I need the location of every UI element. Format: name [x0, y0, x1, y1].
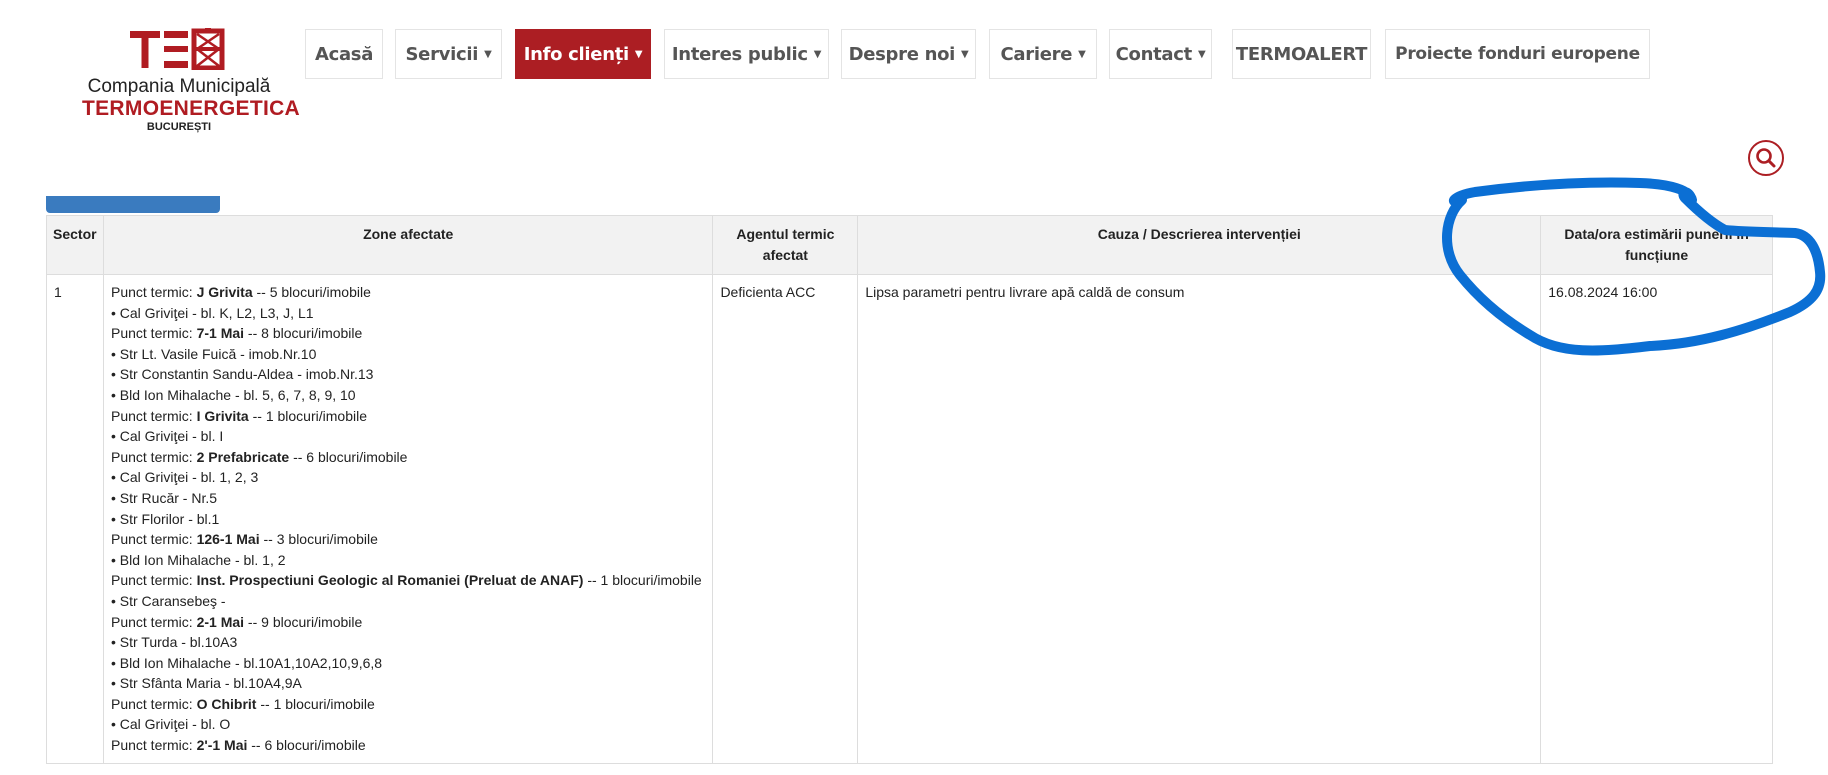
zone-heat-point: Punct termic: J Grivita -- 5 blocuri/imo… [110, 284, 371, 300]
zone-address: • Bld Ion Mihalache - bl. 5, 6, 7, 8, 9,… [110, 386, 356, 403]
nav-label: Interes public [671, 43, 808, 65]
nav-label: Proiecte fonduri europene [1395, 44, 1640, 64]
nav-item-despre-noi[interactable]: Despre noi ▼ [841, 29, 976, 79]
nav-item-servicii[interactable]: Servicii ▼ [395, 29, 502, 79]
teb-logo-mark-icon [130, 28, 225, 70]
zone-address: • Cal Griviţei - bl. O [110, 716, 231, 733]
zone-address: • Str Sfânta Maria - bl.10A4,9A [110, 675, 302, 692]
logo-line-1: Compania Municipală [87, 76, 271, 97]
nav-item-info-clienti[interactable]: Info clienți ▼ [515, 29, 651, 79]
col-header-sector: Sector [46, 215, 104, 275]
logo-line-2: TERMOENERGETICA [82, 97, 301, 120]
zone-address: • Str Florilor - bl.1 [110, 510, 220, 527]
cell-sector: 1 [46, 274, 104, 764]
caret-down-icon: ▼ [484, 48, 492, 60]
zone-heat-point: Punct termic: I Grivita -- 1 blocuri/imo… [110, 407, 367, 424]
zone-address: • Bld Ion Mihalache - bl.10A1,10A2,10,9,… [110, 654, 383, 671]
col-header-agent: Agentul termic afectat [712, 215, 859, 275]
nav-label: Contact [1115, 43, 1193, 65]
zone-heat-point: Punct termic: 126-1 Mai -- 3 blocuri/imo… [110, 531, 378, 548]
nav-label: Servicii [405, 43, 479, 65]
nav-label: Info clienți [523, 43, 629, 65]
cell-date: 16.08.2024 16:00 [1540, 274, 1773, 764]
zone-heat-point: Punct termic: Inst. Prospectiuni Geologi… [110, 572, 702, 589]
caret-down-icon: ▼ [634, 48, 643, 60]
nav-item-cariere[interactable]: Cariere ▼ [989, 29, 1097, 79]
outage-table: Sector Zone afectate Agentul termic afec… [46, 215, 1773, 764]
zone-heat-point: Punct termic: 2'-1 Mai -- 6 blocuri/imob… [110, 737, 366, 754]
nav-item-proiecte-fonduri-europene[interactable]: Proiecte fonduri europene [1385, 29, 1650, 79]
nav-label: Despre noi [848, 43, 956, 65]
cell-cause: Lipsa parametri pentru livrare apă caldă… [857, 274, 1542, 764]
zone-address: • Str Caransebeş - [110, 592, 226, 609]
col-header-cause: Cauza / Descrierea intervenției [857, 215, 1542, 275]
section-tab-strip[interactable] [46, 196, 220, 213]
table-header-row: Sector Zone afectate Agentul termic afec… [46, 215, 1773, 275]
zone-address: • Str Turda - bl.10A3 [110, 634, 238, 651]
zone-address: • Str Rucăr - Nr.5 [110, 489, 218, 506]
nav-label: Cariere [1000, 43, 1073, 65]
zone-address: • Cal Griviţei - bl. 1, 2, 3 [110, 469, 259, 486]
cell-zones: Punct termic: J Grivita -- 5 blocuri/imo… [102, 274, 714, 764]
zone-heat-point: Punct termic: O Chibrit -- 1 blocuri/imo… [110, 695, 375, 712]
cell-agent: Deficienta ACC [712, 274, 859, 764]
caret-down-icon: ▼ [813, 48, 822, 60]
nav-item-interes-public[interactable]: Interes public ▼ [664, 29, 829, 79]
logo-line-3: BUCUREȘTI [146, 121, 212, 133]
col-header-zone: Zone afectate [102, 215, 714, 275]
zone-heat-point: Punct termic: 7-1 Mai -- 8 blocuri/imobi… [110, 325, 363, 342]
caret-down-icon: ▼ [1078, 48, 1086, 60]
zone-heat-point: Punct termic: 2-1 Mai -- 9 blocuri/imobi… [110, 613, 363, 630]
nav-label: TERMOALERT [1235, 43, 1368, 65]
col-header-date: Data/ora estimării punerii în funcțiune [1540, 215, 1773, 275]
company-logo[interactable]: Compania Municipală TERMOENERGETICA BUCU… [82, 28, 301, 136]
zone-address: • Str Constantin Sandu-Aldea - imob.Nr.1… [110, 366, 374, 383]
caret-down-icon: ▼ [961, 48, 969, 60]
zone-heat-point: Punct termic: 2 Prefabricate -- 6 blocur… [110, 448, 408, 465]
table-row: 1 Punct termic: J Grivita -- 5 blocuri/i… [46, 274, 1773, 764]
caret-down-icon: ▼ [1197, 48, 1206, 60]
nav-item-termoalert[interactable]: TERMOALERT [1232, 29, 1371, 79]
zone-address: • Cal Griviţei - bl. I [110, 428, 224, 445]
zone-address: • Bld Ion Mihalache - bl. 1, 2 [110, 551, 286, 568]
search-icon [1756, 148, 1776, 168]
nav-item-contact[interactable]: Contact ▼ [1109, 29, 1212, 79]
search-button[interactable] [1748, 140, 1784, 176]
nav-item-acasa[interactable]: Acasă [305, 29, 383, 79]
nav-label: Acasă [314, 43, 374, 65]
zone-address: • Cal Griviţei - bl. K, L2, L3, J, L1 [110, 304, 314, 321]
zone-address: • Str Lt. Vasile Fuică - imob.Nr.10 [110, 345, 317, 362]
